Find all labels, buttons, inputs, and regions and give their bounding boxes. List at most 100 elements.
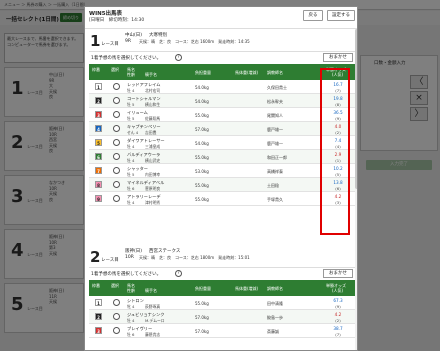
select-radio[interactable] — [113, 111, 120, 118]
carried-weight: 54.0kg — [195, 98, 209, 104]
trainer-name: 斎藤誠 — [267, 328, 279, 334]
select-radio[interactable] — [113, 125, 120, 132]
race-1-table-header: 枠番 選択 馬名 性齢 騎手名 負担重量 馬体重(増減) 調教師名 単勝オッズ … — [89, 64, 355, 80]
back-button[interactable]: 戻る — [303, 10, 323, 21]
carried-weight: 57.0kg — [195, 126, 209, 132]
jockey-name: 佐藤翔馬 — [145, 115, 161, 121]
jockey-name: 横山武史 — [145, 157, 161, 163]
trainer-name: 田中清隆 — [267, 300, 283, 306]
win-odds: 38.7 — [333, 325, 343, 331]
jockey-name: 菅原明良 — [145, 185, 161, 191]
odds-highlight-frame — [320, 68, 350, 235]
jockey-name: 横山和生 — [145, 101, 161, 107]
horse-row[interactable]: 3 ブレイヴリー牡 6 藤懸貴志 57.0kg 斎藤誠 38.7 (7) — [89, 324, 355, 338]
jockey-name: M.デムーロ — [145, 317, 165, 323]
select-radio[interactable] — [113, 181, 120, 188]
carried-weight: 55.0kg — [195, 182, 209, 188]
horse-sex-age: 牡 4 — [127, 143, 135, 149]
select-radio[interactable] — [113, 139, 120, 146]
carried-weight: 53.0kg — [195, 168, 209, 174]
horse-sex-age: せん 4 — [127, 129, 139, 135]
horse-sex-age: 牡 4 — [127, 317, 135, 323]
select-radio[interactable] — [113, 83, 120, 90]
popularity: (7) — [335, 331, 341, 337]
jockey-name: 吉田豊 — [145, 129, 157, 135]
horse-sex-age: 牡 6 — [127, 185, 135, 191]
horse-sex-age: 牡 4 — [127, 157, 135, 163]
trainer-name: 高橋祥泰 — [267, 168, 283, 174]
modal-scrollbar[interactable] — [355, 29, 357, 350]
select-radio[interactable] — [113, 327, 120, 334]
win-odds: 67.3 — [333, 297, 343, 303]
carried-weight: 55.0kg — [195, 154, 209, 160]
help-icon[interactable]: ? — [175, 54, 182, 61]
carried-weight: 54.0kg — [195, 140, 209, 146]
horse-row[interactable]: 1 シトロン牝 4 荻野琢真 55.0kg 田中清隆 67.3 (9) — [89, 296, 355, 310]
deadline-text: [日曜日 締切時刻：14:30 — [89, 18, 145, 23]
frame-number: 2 — [95, 97, 102, 104]
carried-weight: 57.0kg — [195, 314, 209, 320]
horse-sex-age: 牡 5 — [127, 115, 135, 121]
win5-modal: WIN5出馬表 [日曜日 締切時刻：14:30 戻る 設定する 1 レース目 中… — [84, 6, 358, 351]
frame-number: 8 — [95, 181, 102, 188]
jockey-name: 三浦皇成 — [145, 143, 161, 149]
trainer-name: 松永幹夫 — [267, 98, 283, 104]
omakase-button[interactable]: おまかせ — [323, 269, 353, 278]
carried-weight: 57.0kg — [195, 328, 209, 334]
horse-sex-age: 牡 4 — [127, 87, 135, 93]
jockey-name: 荻野琢真 — [145, 303, 161, 309]
select-radio[interactable] — [113, 97, 120, 104]
carried-weight: 55.0kg — [195, 300, 209, 306]
jockey-name: 藤懸貴志 — [145, 331, 161, 337]
horse-sex-age: 牡 4 — [127, 199, 135, 205]
horse-row[interactable]: 6 バルディアウーラ牡 4 横山武史 55.0kg 和田正一郎 2.9 (1) — [89, 150, 355, 164]
win-odds: 4.2 — [334, 311, 342, 317]
horse-row[interactable]: 5 ダイワアトレーサー牡 4 三浦皇成 54.0kg 鹿戸雄一 7.4 (4) — [89, 136, 355, 150]
horse-sex-age: 牡 5 — [127, 101, 135, 107]
horse-row[interactable]: 3 イリューム牡 5 佐藤翔馬 55.0kg 尾関知人 36.5 (9) — [89, 108, 355, 122]
popularity: (2) — [335, 317, 341, 323]
modal-header: WIN5出馬表 [日曜日 締切時刻：14:30 戻る 設定する — [85, 7, 357, 29]
scroll-thumb[interactable] — [355, 29, 357, 189]
race-1-rows: 1 レッドアフレイム牡 4 北村宏司 54.0kg 久保田貴士 16.7 (7) 2 コートシャ… — [89, 80, 355, 206]
frame-number: 3 — [95, 327, 102, 334]
horse-sex-age: 牝 4 — [127, 303, 135, 309]
carried-weight: 55.0kg — [195, 196, 209, 202]
select-radio[interactable] — [113, 167, 120, 174]
race-2-header: 2 レース目 阪神(日) 10R 西宮ステークス 天候：晴 芝：良 コース：芝右… — [90, 248, 250, 266]
trainer-name: 尾関知人 — [267, 112, 283, 118]
frame-number: 3 — [95, 111, 102, 118]
jockey-name: 北村宏司 — [145, 87, 161, 93]
carried-weight: 54.0kg — [195, 84, 209, 90]
trainer-name: 鹿戸雄一 — [267, 126, 283, 132]
horse-sex-age: 牡 6 — [127, 331, 135, 337]
carried-weight: 55.0kg — [195, 112, 209, 118]
horse-sex-age: 牡 5 — [127, 171, 135, 177]
frame-number: 9 — [95, 195, 102, 202]
horse-row[interactable]: 8 マイネルディアベル牡 6 菅原明良 55.0kg 土田稔 13.8 (6) — [89, 178, 355, 192]
frame-number: 2 — [95, 313, 102, 320]
help-icon[interactable]: ? — [175, 270, 182, 277]
horse-row[interactable]: 2 ジュビリョナシンク牡 4 M.デムーロ 57.0kg 鮫島一歩 4.2 (2) — [89, 310, 355, 324]
select-radio[interactable] — [113, 313, 120, 320]
select-radio[interactable] — [113, 299, 120, 306]
horse-row[interactable]: 7 シャッター牡 5 内田博幸 53.0kg 高橋祥泰 10.2 (5) — [89, 164, 355, 178]
settings-button[interactable]: 設定する — [327, 10, 355, 21]
popularity: (9) — [335, 303, 341, 309]
omakase-button[interactable]: おまかせ — [323, 53, 353, 62]
frame-number: 1 — [95, 83, 102, 90]
trainer-name: 手塚貴久 — [267, 196, 283, 202]
select-radio[interactable] — [113, 153, 120, 160]
horse-row[interactable]: 4 キャプテンペリー せん 4 吉田豊 57.0kg 鹿戸雄一 4.0 (2) — [89, 122, 355, 136]
horse-row[interactable]: 9 アトラリーレーデ牡 4 津村明秀 55.0kg 手塚貴久 4.2 (3) — [89, 192, 355, 206]
frame-number: 6 — [95, 153, 102, 160]
trainer-name: 鮫島一歩 — [267, 314, 283, 320]
horse-row[interactable]: 1 レッドアフレイム牡 4 北村宏司 54.0kg 久保田貴士 16.7 (7) — [89, 80, 355, 94]
select-radio[interactable] — [113, 195, 120, 202]
jockey-name: 内田博幸 — [145, 171, 161, 177]
horse-row[interactable]: 2 コートシャルマン牡 5 横山和生 54.0kg 松永幹夫 19.8 (8) — [89, 94, 355, 108]
trainer-name: 久保田貴士 — [267, 84, 287, 90]
frame-number: 7 — [95, 167, 102, 174]
race-1-select-bar: 1着予想の馬を選択してください。 ? おまかせ — [89, 51, 355, 63]
trainer-name: 土田稔 — [267, 182, 279, 188]
